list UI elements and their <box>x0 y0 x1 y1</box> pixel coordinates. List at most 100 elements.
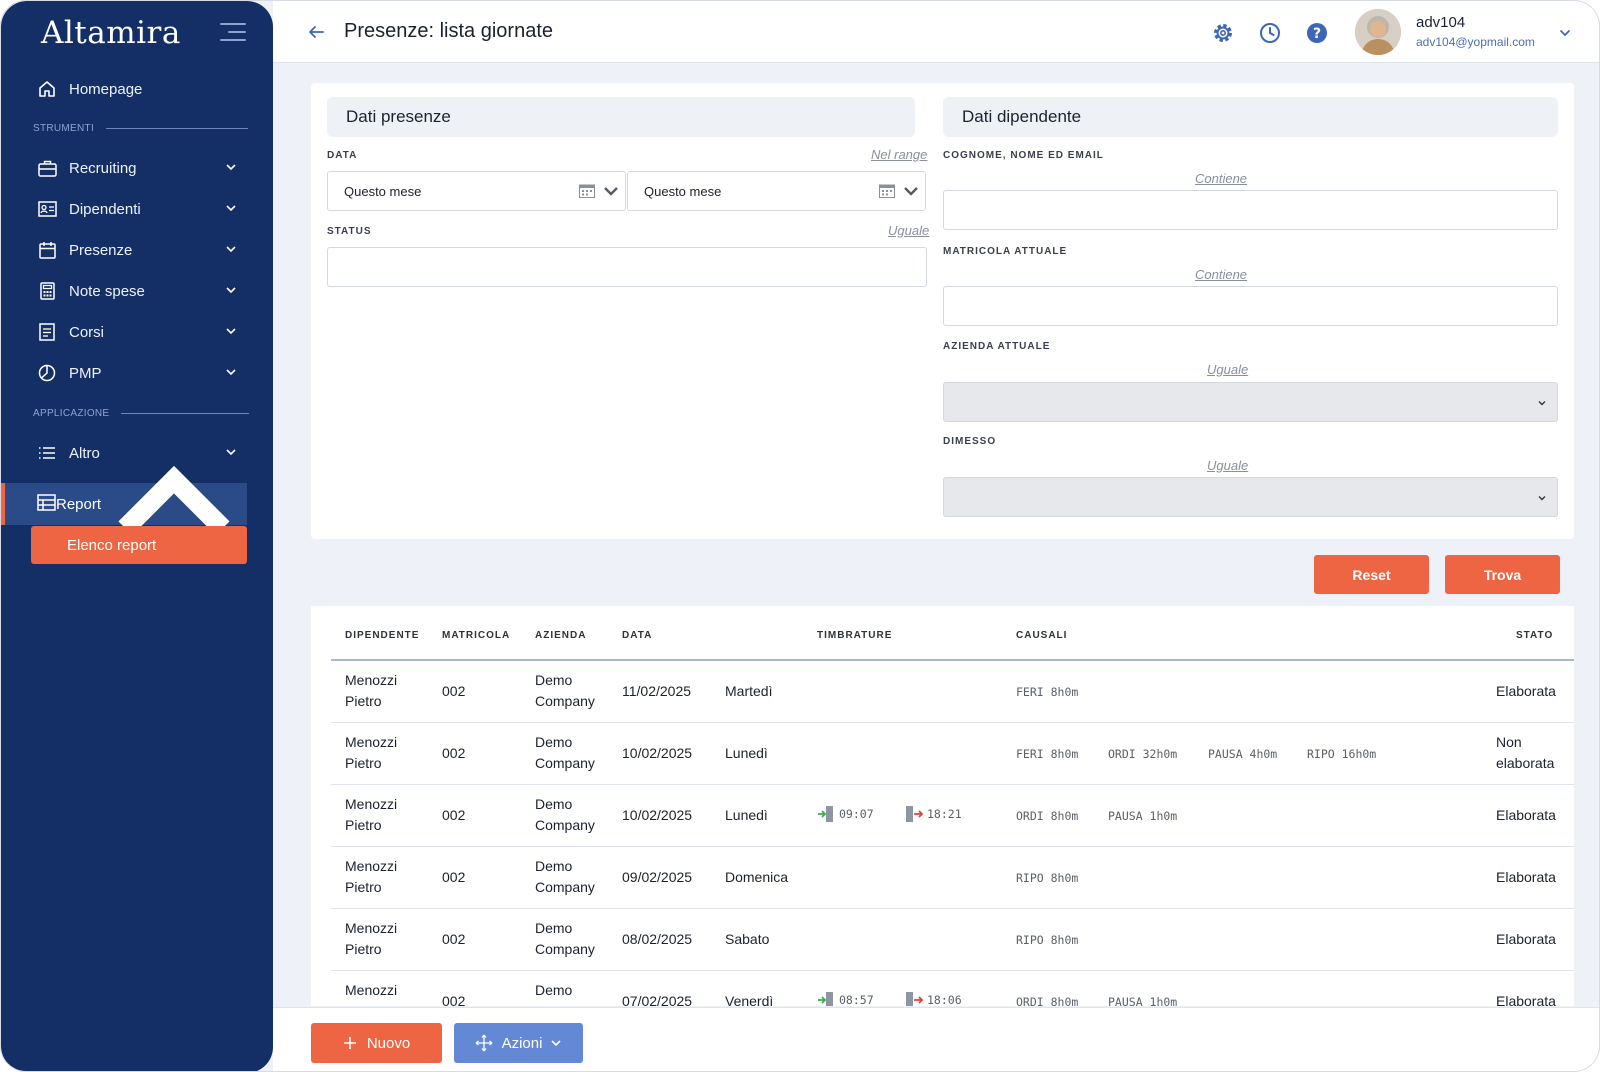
avatar[interactable] <box>1355 9 1401 55</box>
matricola-cell: 002 <box>442 869 466 885</box>
sidebar-item-label: Altro <box>69 444 100 462</box>
company-line2: Company <box>535 879 595 895</box>
chevron-down-icon <box>1538 496 1546 501</box>
find-button[interactable]: Trova <box>1445 555 1560 594</box>
actions-button[interactable]: Azioni <box>454 1023 583 1063</box>
weekday-cell: Martedì <box>725 683 773 699</box>
date-cell: 10/02/2025 <box>622 745 693 761</box>
azienda-select[interactable] <box>943 382 1558 422</box>
matricola-mode-link[interactable]: Contiene <box>1195 267 1247 282</box>
chevron-down-icon[interactable] <box>1559 27 1571 39</box>
status-input[interactable] <box>327 247 927 287</box>
causale-tag: RIPO 8h0m <box>1016 933 1079 947</box>
section-label-tools: STRUMENTI <box>33 123 249 134</box>
table-row[interactable]: Menozzi Pietro 002 Demo Company 10/02/2025 Lun… <box>331 723 1574 785</box>
date-cell: 11/02/2025 <box>622 683 692 699</box>
weekday-cell: Domenica <box>725 869 789 885</box>
menu-toggle-icon[interactable] <box>220 23 246 43</box>
table-row[interactable]: Menozzi Pietro 002 Demo Company 10/02/2025 Lun… <box>331 785 1574 847</box>
back-arrow-icon[interactable] <box>307 23 325 41</box>
punch-in[interactable]: 09:07 <box>817 805 874 823</box>
company-line2: Company <box>535 1001 595 1006</box>
column-header-azienda[interactable]: AZIENDA <box>535 630 586 641</box>
date-to-input[interactable]: Questo mese <box>627 171 926 211</box>
punch-out-icon <box>906 992 923 1006</box>
matricola-label: MATRICOLA ATTUALE <box>943 246 1068 257</box>
employee-surname: Menozzi <box>345 672 398 688</box>
column-header-causali[interactable]: CAUSALI <box>1016 630 1067 641</box>
causale-tag: PAUSA 1h0m <box>1108 995 1178 1006</box>
help-icon[interactable]: ? <box>1305 21 1329 45</box>
sidebar-item-report[interactable]: Report <box>31 465 247 536</box>
weekday-cell: Sabato <box>725 931 770 947</box>
employee-name: Pietro <box>345 1001 382 1006</box>
punch-out[interactable]: 18:06 <box>905 991 962 1006</box>
sidebar-item-homepage[interactable]: Homepage <box>31 69 247 109</box>
sidebar-item-label: Presenze <box>69 241 133 259</box>
matricola-cell: 002 <box>442 993 466 1006</box>
company-line1: Demo <box>535 796 573 812</box>
table-row[interactable]: Menozzi Pietro 002 Demo Company 07/02/2025 Ven… <box>331 971 1574 1006</box>
status-line1: Non <box>1496 734 1522 750</box>
matricola-input[interactable] <box>943 286 1558 326</box>
matricola-cell: 002 <box>442 683 466 699</box>
section-title-dipendente: Dati dipendente <box>943 97 1558 137</box>
column-header-data[interactable]: DATA <box>622 630 652 641</box>
sidebar-item-dipendenti[interactable]: Dipendenti <box>31 189 247 229</box>
data-mode-link[interactable]: Nel range <box>871 147 927 162</box>
sidebar-item-label: Corsi <box>69 323 105 341</box>
sidebar-item-label: PMP <box>69 364 102 382</box>
employee-name: Pietro <box>345 941 382 957</box>
employee-surname: Menozzi <box>345 796 398 812</box>
sidebar-subitem-elenco-report[interactable]: Elenco report <box>31 526 247 564</box>
sidebar-item-recruiting[interactable]: Recruiting <box>31 148 247 188</box>
table-row[interactable]: Menozzi Pietro 002 Demo Company 11/02/2025 Mar… <box>331 661 1574 723</box>
sidebar-item-label: Dipendenti <box>69 200 141 218</box>
reset-button[interactable]: Reset <box>1314 555 1429 594</box>
status-cell: Elaborata <box>1496 683 1556 699</box>
sidebar-item-corsi[interactable]: Corsi <box>31 312 247 352</box>
top-bar: Presenze: lista giornate ? adv104 adv104… <box>273 1 1599 63</box>
azienda-mode-link[interactable]: Uguale <box>1207 362 1248 377</box>
name-input[interactable] <box>943 190 1558 230</box>
dimesso-label: DIMESSO <box>943 436 997 447</box>
punch-in[interactable]: 08:57 <box>817 991 874 1006</box>
column-header-matricola[interactable]: MATRICOLA <box>442 630 510 641</box>
calculator-icon <box>37 281 57 301</box>
gear-icon[interactable] <box>1211 21 1235 45</box>
sidebar-item-pmp[interactable]: PMP <box>31 353 247 393</box>
status-mode-link[interactable]: Uguale <box>888 223 929 238</box>
table-row[interactable]: Menozzi Pietro 002 Demo Company 08/02/2025 Sab… <box>331 909 1574 971</box>
clock-icon[interactable] <box>1258 21 1282 45</box>
weekday-cell: Lunedì <box>725 807 768 823</box>
punch-in-icon <box>818 992 833 1006</box>
employee-name: Pietro <box>345 693 382 709</box>
svg-text:?: ? <box>1313 26 1321 42</box>
user-name: adv104 <box>1416 14 1466 31</box>
plus-icon <box>343 1037 356 1049</box>
chevron-down-icon <box>226 246 236 253</box>
new-button[interactable]: Nuovo <box>311 1023 442 1063</box>
punch-out-icon <box>906 806 923 822</box>
column-header-stato[interactable]: STATO <box>1516 630 1553 641</box>
sidebar-item-label: Note spese <box>69 282 145 300</box>
chevron-down-icon <box>226 287 236 294</box>
sidebar-item-presenze[interactable]: Presenze <box>31 230 247 270</box>
dimesso-mode-link[interactable]: Uguale <box>1207 458 1248 473</box>
table-row[interactable]: Menozzi Pietro 002 Demo Company 09/02/2025 Dom… <box>331 847 1574 909</box>
id-card-icon <box>37 199 57 219</box>
column-header-timbrature[interactable]: TIMBRATURE <box>817 630 892 641</box>
sidebar-item-note-spese[interactable]: Note spese <box>31 271 247 311</box>
dimesso-select[interactable] <box>943 477 1558 517</box>
name-mode-link[interactable]: Contiene <box>1195 171 1247 186</box>
company-line1: Demo <box>535 672 573 688</box>
brand-logo[interactable]: Altamira <box>41 15 181 51</box>
company-line2: Company <box>535 817 595 833</box>
punch-out[interactable]: 18:21 <box>905 805 962 823</box>
calendar-icon <box>579 184 595 198</box>
company-line1: Demo <box>535 858 573 874</box>
weekday-cell: Venerdì <box>725 993 774 1006</box>
status-line2: elaborata <box>1496 755 1555 771</box>
date-from-input[interactable]: Questo mese <box>327 171 626 211</box>
column-header-dipendente[interactable]: DIPENDENTE <box>345 630 419 641</box>
